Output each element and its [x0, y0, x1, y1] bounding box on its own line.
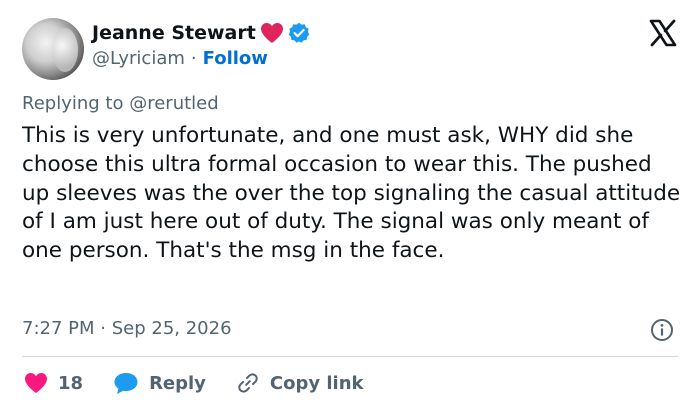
reply-label: Reply — [149, 372, 206, 394]
link-icon — [236, 371, 260, 395]
x-logo-icon[interactable] — [648, 18, 678, 48]
tweet-time: 7:27 PM — [22, 318, 95, 339]
tweet-text: This is very unfortunate, and one must a… — [22, 123, 681, 264]
heart-icon — [260, 22, 284, 44]
copy-link-label: Copy link — [269, 372, 364, 394]
verified-badge-icon — [288, 22, 310, 44]
reply-target-handle[interactable]: @rerutled — [129, 93, 218, 114]
tweet-date: Sep 25, 2026 — [111, 318, 232, 339]
follow-button[interactable]: Follow — [203, 48, 268, 69]
author-handle[interactable]: @Lyriciam — [92, 48, 185, 69]
copy-link-button[interactable]: Copy link — [236, 371, 364, 395]
like-count: 18 — [58, 372, 84, 394]
tweet-timestamp[interactable]: 7:27 PM · Sep 25, 2026 — [22, 318, 232, 339]
divider — [22, 356, 678, 357]
replying-to: Replying to @rerutled — [22, 93, 219, 114]
author-handle-row: @Lyriciam · Follow — [92, 48, 268, 69]
action-bar: 18 Reply Copy link — [24, 370, 394, 396]
author-name[interactable]: Jeanne Stewart — [92, 22, 256, 44]
author-name-row: Jeanne Stewart — [92, 20, 310, 46]
like-heart-icon — [24, 372, 48, 394]
replying-prefix: Replying to — [22, 93, 124, 114]
like-button[interactable]: 18 — [24, 372, 83, 394]
reply-button[interactable]: Reply — [113, 371, 206, 395]
handle-separator: · — [190, 48, 197, 69]
info-icon[interactable] — [650, 318, 674, 342]
timestamp-separator: · — [100, 318, 106, 339]
reply-bubble-icon — [113, 371, 139, 395]
author-avatar[interactable] — [22, 18, 84, 80]
